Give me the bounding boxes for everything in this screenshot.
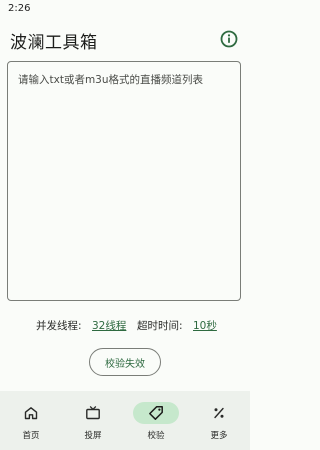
- nav-label-verify: 校验: [147, 431, 165, 441]
- home-icon: [23, 405, 39, 421]
- bottom-nav: 首页 投屏 校验 更多: [0, 391, 250, 450]
- status-bar: 2:26: [0, 0, 250, 20]
- app-bar: 波澜工具箱: [0, 24, 250, 56]
- tv-icon: [85, 405, 101, 421]
- nav-item-verify[interactable]: 校验: [125, 391, 187, 450]
- timeout-link[interactable]: 10秒: [193, 318, 217, 333]
- threads-label: 并发线程:: [36, 320, 82, 332]
- info-icon[interactable]: [219, 29, 239, 49]
- threads-link[interactable]: 32线程: [92, 318, 126, 333]
- page-title: 波澜工具箱: [10, 33, 98, 53]
- channel-list-input[interactable]: [8, 62, 240, 300]
- settings-row: 并发线程: 32线程 超时时间: 10秒: [0, 316, 250, 334]
- nav-item-home[interactable]: 首页: [0, 391, 62, 450]
- status-time: 2:26: [8, 3, 31, 14]
- channel-list-field[interactable]: [7, 61, 241, 301]
- tag-icon: [148, 405, 164, 421]
- percent-icon: [211, 405, 227, 421]
- timeout-label: 超时时间:: [137, 320, 183, 332]
- nav-item-cast[interactable]: 投屏: [62, 391, 124, 450]
- nav-label-home: 首页: [22, 431, 40, 441]
- nav-label-cast: 投屏: [84, 431, 102, 441]
- nav-item-more[interactable]: 更多: [188, 391, 250, 450]
- verify-invalid-button[interactable]: 校验失效: [89, 348, 161, 376]
- nav-label-more: 更多: [210, 431, 228, 441]
